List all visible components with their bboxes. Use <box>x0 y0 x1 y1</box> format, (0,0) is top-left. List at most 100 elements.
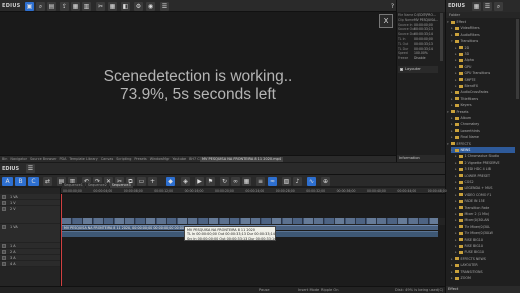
effect-tree-item[interactable]: ▸ AudioCrossFades <box>451 89 488 95</box>
marker-icon[interactable]: ⚑ <box>206 177 215 186</box>
effects-list-icon[interactable]: ☰ <box>483 2 492 11</box>
snap-icon[interactable]: ◆ <box>166 177 175 186</box>
effect-tree-item[interactable]: ▸ Transition Fade <box>455 205 489 211</box>
effect-tree-item[interactable]: ▸ ZOOM <box>451 275 471 281</box>
source-tab[interactable]: Scripting <box>116 157 131 162</box>
effect-tree-item[interactable]: ▸ GPU <box>455 64 471 70</box>
sequence-icon[interactable]: ≡ <box>256 177 265 186</box>
source-tab[interactable]: PDA <box>59 157 66 162</box>
timeline-menu-icon[interactable]: ☰ <box>26 164 35 173</box>
effect-tree-item[interactable]: ▾ Transitions <box>451 38 478 44</box>
effect-tree-item[interactable]: ▸ Ttr Mixer(0)30L <box>455 224 490 230</box>
effect-tree-item[interactable]: ▸ LAYOUTER <box>451 262 478 268</box>
group-icon[interactable]: ▦ <box>242 177 251 186</box>
effect-tree-item[interactable]: ▸ AudioFilters <box>451 32 480 38</box>
effect-tree-item[interactable]: ▸ Final Name <box>451 134 479 140</box>
tracks-area[interactable]: MV PESQUISA NA FRONTEIRA 8 11 2020, 00:0… <box>61 194 445 286</box>
mode-a-icon[interactable]: A <box>2 177 13 186</box>
effect-tree-item[interactable]: ▸ FADE IN 15E <box>455 198 485 204</box>
sync-icon[interactable]: ⇄ <box>43 177 52 186</box>
effect-tree-item[interactable]: ▸ TRANSITIONS <box>451 269 483 275</box>
effect-tree-item[interactable]: ▸ NEWS <box>451 147 515 153</box>
cut-icon[interactable]: ✂ <box>96 2 105 11</box>
effect-tree-item[interactable]: ▸ Lowerthirds <box>451 128 480 134</box>
track-visible-icon[interactable] <box>2 256 6 260</box>
effect-tab[interactable]: Effect <box>448 287 458 292</box>
effect-tree-item[interactable]: ▸ 2D <box>455 45 469 51</box>
track-visible-icon[interactable] <box>2 201 6 205</box>
track-header[interactable]: 4 A <box>0 261 60 267</box>
source-tab[interactable]: Presets <box>134 157 146 162</box>
effect-tree-item[interactable]: ▸ VideoFilters <box>451 25 480 31</box>
source-tab[interactable]: Navigator <box>10 157 27 162</box>
effect-tree-item[interactable]: ▸ BlendFX <box>455 83 478 89</box>
monitor-icon[interactable]: ▣ <box>25 2 34 11</box>
effect-tree-item[interactable]: ▾ Presets <box>447 109 469 115</box>
clip-icon[interactable]: ▥ <box>82 2 91 11</box>
link-icon[interactable]: ∞ <box>231 177 240 186</box>
track-header[interactable]: 2 V <box>0 206 60 224</box>
track-header[interactable]: 1 VA <box>0 224 60 243</box>
track-visible-icon[interactable] <box>2 244 6 248</box>
effect-tree-item[interactable]: ▸ 3 EDI HDC 4 LIB <box>455 166 491 172</box>
track-visible-icon[interactable] <box>2 195 6 199</box>
loop-icon[interactable]: ↻ <box>220 177 229 186</box>
source-tab[interactable]: Youtube <box>173 157 187 162</box>
effect-tree-item[interactable]: ▸ 3D <box>455 51 469 57</box>
add-icon[interactable]: + <box>148 177 157 186</box>
record-icon[interactable]: ◉ <box>146 2 155 11</box>
info-scrollbar[interactable] <box>440 13 443 61</box>
snapshot-icon[interactable]: ◧ <box>121 2 130 11</box>
source-tab[interactable]: Template Library <box>69 157 97 162</box>
layout-icon[interactable]: ▤ <box>47 2 56 11</box>
list-icon[interactable]: ☰ <box>160 2 169 11</box>
audio-icon[interactable]: ♪ <box>293 177 302 186</box>
scene-detect-icon[interactable]: ◈ <box>181 177 190 186</box>
effect-tree-item[interactable]: ▸ TitleMixers <box>451 96 478 102</box>
effect-tree-item[interactable]: ▸ SMPTE <box>455 77 476 83</box>
effect-tree-item[interactable]: ▸ Chromakey <box>451 121 479 127</box>
source-tab[interactable]: Source Browser <box>30 157 56 162</box>
effect-tree-item[interactable]: ▸ RISE BIG10 <box>455 237 483 243</box>
cancel-scene-detection-button[interactable]: X <box>379 14 393 28</box>
effect-tree-item[interactable]: ▸ RISE BIG10 <box>455 243 483 249</box>
effects-scrollbar[interactable] <box>516 19 519 99</box>
layouter-checkbox[interactable] <box>400 68 403 71</box>
effect-tree-item[interactable]: ▸ EFFECTS NEWS <box>451 256 486 262</box>
effect-tree-item[interactable]: ▾ EFFECTS <box>447 141 471 147</box>
effect-tree-item[interactable]: ▸ Ttr Mixer(0)30LW <box>455 230 493 236</box>
track-visible-icon[interactable] <box>2 207 6 211</box>
effect-tree-item[interactable]: ▸ Mixer 2 (1 Mix) <box>455 211 489 217</box>
clip-thumbnails[interactable] <box>62 218 438 224</box>
effect-tree-item[interactable]: ▸ CGS2 <box>455 179 474 185</box>
track-visible-icon[interactable] <box>2 225 6 229</box>
effect-tree-item[interactable]: ▾ Effect <box>447 19 466 25</box>
source-tab[interactable]: Canvas <box>101 157 113 162</box>
effect-tree-item[interactable]: ▸ Keyers <box>451 102 472 108</box>
effect-tree-item[interactable]: ▸ LOWER PRESET <box>455 173 490 179</box>
grid-icon[interactable]: ▦ <box>108 2 117 11</box>
bin-icon[interactable]: ▦ <box>71 2 80 11</box>
export-icon[interactable]: ⇪ <box>60 2 69 11</box>
paste-icon[interactable]: ▭ <box>137 177 146 186</box>
track-visible-icon[interactable] <box>2 250 6 254</box>
source-tab[interactable]: Bin <box>2 157 7 162</box>
playhead[interactable] <box>61 194 62 286</box>
effect-tree-item[interactable]: ▸ 2 Vignette PRESERVE <box>455 160 500 166</box>
effect-tree-item[interactable]: ▸ VIDEO COMO F1 <box>455 192 491 198</box>
effects-search-icon[interactable]: ⌕ <box>494 2 503 11</box>
zoom-icon[interactable]: ⊕ <box>321 177 330 186</box>
mode-c-icon[interactable]: C <box>28 177 39 186</box>
mix-icon[interactable]: ▧ <box>282 177 291 186</box>
effect-tree-item[interactable]: ▸ 1 Chromaclue Studio <box>455 153 499 159</box>
effects-view-icon[interactable]: ▦ <box>472 2 481 11</box>
effect-tree-item[interactable]: ▸ Alpha <box>455 57 474 63</box>
ripple-icon[interactable]: ≈ <box>268 177 277 186</box>
track-visible-icon[interactable] <box>2 262 6 266</box>
effect-tree-item[interactable]: ▸ FUSE BIG10 <box>455 249 484 255</box>
effect-tree-item[interactable]: ▸ GPU Transitions <box>455 70 490 76</box>
settings-icon[interactable]: ⚙ <box>134 2 143 11</box>
mode-b-icon[interactable]: B <box>15 177 26 186</box>
render-icon[interactable]: ▶ <box>195 177 204 186</box>
information-tab[interactable]: Information <box>399 156 420 161</box>
